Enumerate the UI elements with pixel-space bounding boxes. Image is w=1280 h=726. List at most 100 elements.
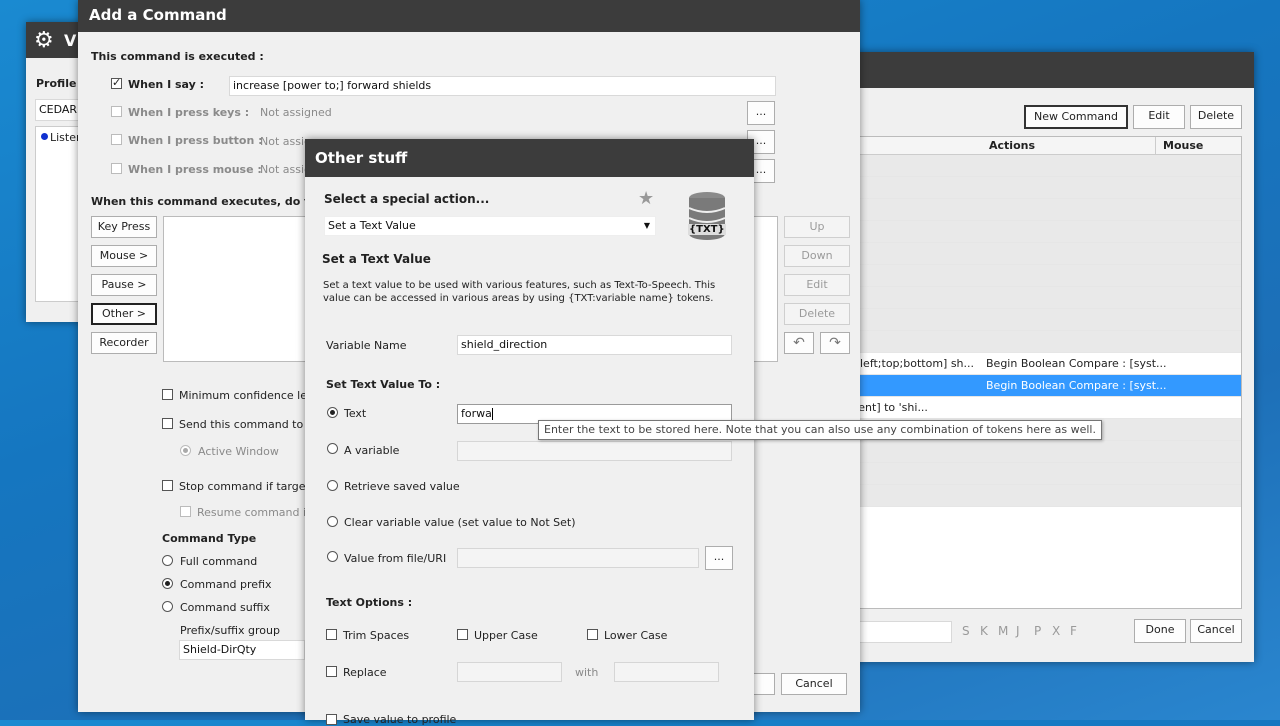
filter-letter[interactable]: X bbox=[1052, 624, 1060, 638]
variable-input[interactable] bbox=[457, 441, 732, 461]
clear-value-label: Clear variable value (set value to Not S… bbox=[344, 516, 576, 529]
value-from-file-radio[interactable] bbox=[327, 551, 338, 562]
prefix-group-label: Prefix/suffix group bbox=[180, 624, 280, 637]
table-row[interactable]: Begin Boolean Compare : [syst... bbox=[845, 375, 1241, 397]
table-row[interactable] bbox=[845, 243, 1241, 265]
press-keys-browse-button[interactable]: ... bbox=[747, 101, 775, 125]
command-table-rows: nt;left;top;bottom] sh... Begin Boolean C… bbox=[845, 155, 1241, 608]
when-i-say-checkbox[interactable]: ✓ bbox=[111, 76, 122, 89]
table-row[interactable] bbox=[845, 485, 1241, 507]
min-confidence-checkbox[interactable] bbox=[162, 389, 173, 400]
move-down-button[interactable]: Down bbox=[784, 245, 850, 267]
redo-button[interactable]: ↷ bbox=[820, 332, 850, 354]
table-row[interactable] bbox=[845, 221, 1241, 243]
delete-command-button[interactable]: Delete bbox=[1190, 105, 1242, 129]
filter-letter[interactable]: K bbox=[980, 624, 988, 638]
select-action-label: Select a special action... bbox=[324, 192, 490, 206]
trim-spaces-checkbox[interactable] bbox=[326, 629, 337, 640]
file-browse-button[interactable]: ... bbox=[705, 546, 733, 570]
add-command-cancel-button[interactable]: Cancel bbox=[781, 673, 847, 695]
undo-button[interactable]: ↶ bbox=[784, 332, 814, 354]
command-prefix-label: Command prefix bbox=[180, 578, 272, 591]
retrieve-saved-radio[interactable] bbox=[327, 480, 338, 491]
press-mouse-checkbox[interactable] bbox=[111, 163, 122, 174]
other-button[interactable]: Other > bbox=[91, 303, 157, 325]
other-stuff-titlebar: Other stuff bbox=[305, 139, 754, 177]
filter-letter[interactable]: M bbox=[998, 624, 1008, 638]
clear-value-radio[interactable] bbox=[327, 516, 338, 527]
press-keys-label: When I press keys : bbox=[128, 106, 250, 119]
pause-button[interactable]: Pause > bbox=[91, 274, 157, 296]
edit-action-button[interactable]: Edit bbox=[784, 274, 850, 296]
mouse-column-header[interactable]: Mouse bbox=[1163, 139, 1203, 152]
press-mouse-label: When I press mouse : bbox=[128, 163, 262, 176]
command-table-header: Actions Mouse bbox=[845, 137, 1241, 155]
variable-name-input[interactable]: shield_direction bbox=[457, 335, 732, 355]
when-i-say-input[interactable]: increase [power to;] forward shields bbox=[229, 76, 776, 96]
resume-command-checkbox[interactable] bbox=[180, 506, 191, 517]
table-row[interactable] bbox=[845, 155, 1241, 177]
new-command-button[interactable]: New Command bbox=[1024, 105, 1128, 129]
other-stuff-title: Other stuff bbox=[315, 149, 408, 167]
stop-command-label: Stop command if target bbox=[179, 480, 310, 493]
done-button[interactable]: Done bbox=[1134, 619, 1186, 643]
table-row[interactable]: nt;left;top;bottom] sh... Begin Boolean C… bbox=[845, 353, 1241, 375]
replace-from-input[interactable] bbox=[457, 662, 562, 682]
replace-checkbox[interactable] bbox=[326, 666, 337, 677]
key-press-button[interactable]: Key Press bbox=[91, 216, 157, 238]
full-command-radio[interactable] bbox=[162, 555, 173, 566]
when-i-say-label: When I say : bbox=[128, 78, 205, 91]
filter-letter[interactable]: J bbox=[1016, 624, 1020, 638]
table-row[interactable] bbox=[845, 309, 1241, 331]
actions-column-header[interactable]: Actions bbox=[989, 139, 1035, 152]
lower-case-checkbox[interactable] bbox=[587, 629, 598, 640]
text-radio[interactable] bbox=[327, 407, 338, 418]
active-window-radio[interactable] bbox=[180, 445, 191, 456]
command-prefix-radio[interactable] bbox=[162, 578, 173, 589]
section-title: Set a Text Value bbox=[322, 252, 431, 266]
table-row[interactable]: event] to 'shi... bbox=[845, 397, 1241, 419]
file-path-input[interactable] bbox=[457, 548, 699, 568]
special-action-select[interactable]: Set a Text Value ▼ bbox=[324, 216, 656, 236]
press-button-checkbox[interactable] bbox=[111, 134, 122, 145]
row-command-text: nt;left;top;bottom] sh... bbox=[845, 357, 975, 370]
variable-name-label: Variable Name bbox=[326, 339, 407, 352]
press-keys-checkbox[interactable] bbox=[111, 106, 122, 117]
tooltip: Enter the text to be stored here. Note t… bbox=[538, 420, 1102, 440]
command-suffix-radio[interactable] bbox=[162, 601, 173, 612]
table-row[interactable] bbox=[845, 331, 1241, 353]
stop-command-checkbox[interactable] bbox=[162, 480, 173, 491]
mouse-button[interactable]: Mouse > bbox=[91, 245, 157, 267]
table-row[interactable] bbox=[845, 463, 1241, 485]
table-row[interactable] bbox=[845, 177, 1241, 199]
table-row[interactable] bbox=[845, 441, 1241, 463]
replace-to-input[interactable] bbox=[614, 662, 719, 682]
move-up-button[interactable]: Up bbox=[784, 216, 850, 238]
table-row[interactable] bbox=[845, 265, 1241, 287]
filter-input[interactable] bbox=[848, 621, 952, 643]
main-window: ⚙ V Profile : CEDAR Lister bbox=[26, 22, 95, 322]
prefix-group-input[interactable]: Shield-DirQty bbox=[179, 640, 305, 660]
replace-label: Replace bbox=[343, 666, 387, 679]
filter-letter[interactable]: F bbox=[1070, 624, 1077, 638]
cancel-button[interactable]: Cancel bbox=[1190, 619, 1242, 643]
row-actions-text: Begin Boolean Compare : [syst... bbox=[986, 357, 1167, 370]
ok-button[interactable] bbox=[753, 673, 775, 695]
listening-item: Lister bbox=[50, 131, 81, 144]
table-row[interactable] bbox=[845, 199, 1241, 221]
edit-command-button[interactable]: Edit bbox=[1133, 105, 1185, 129]
send-command-checkbox[interactable] bbox=[162, 418, 173, 429]
upper-case-checkbox[interactable] bbox=[457, 629, 468, 640]
favorite-star-icon[interactable]: ★ bbox=[638, 188, 654, 209]
variable-radio[interactable] bbox=[327, 443, 338, 454]
dropdown-arrow-icon: ▼ bbox=[643, 221, 650, 230]
gear-icon: ⚙ bbox=[34, 28, 54, 53]
filter-letter[interactable]: S bbox=[962, 624, 970, 638]
main-window-title: V bbox=[64, 31, 77, 50]
delete-action-button[interactable]: Delete bbox=[784, 303, 850, 325]
recorder-button[interactable]: Recorder bbox=[91, 332, 157, 354]
table-row[interactable] bbox=[845, 287, 1241, 309]
press-button-label: When I press button : bbox=[128, 134, 263, 147]
filter-letter[interactable]: P bbox=[1034, 624, 1041, 638]
press-keys-value: Not assigned bbox=[260, 106, 332, 119]
